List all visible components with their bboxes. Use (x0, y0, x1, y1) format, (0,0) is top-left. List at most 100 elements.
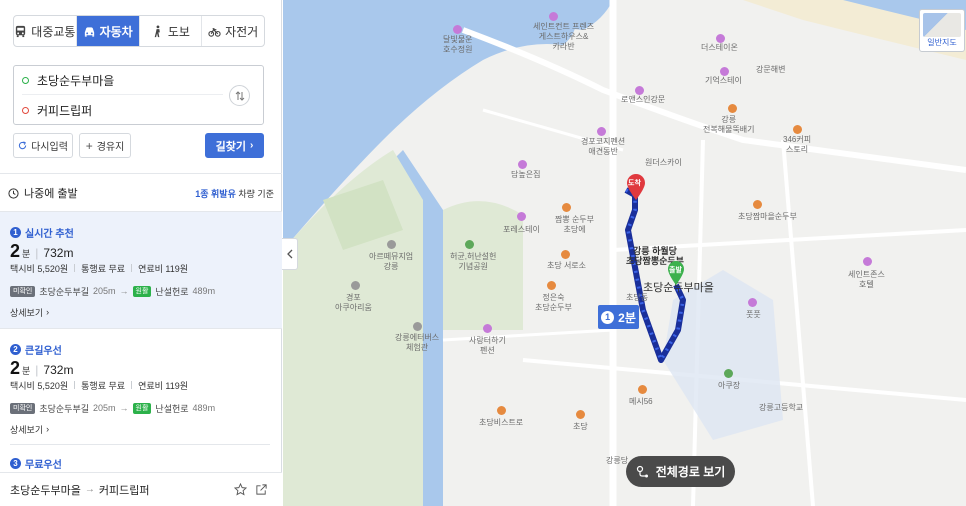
cafe-icon (793, 125, 802, 134)
route-time-badge[interactable]: 1 2분 (598, 305, 639, 329)
fuel-cost: 연료비 119원 (138, 380, 189, 391)
tab-walk-label: 도보 (167, 24, 190, 39)
restaurant-icon (576, 410, 585, 419)
start-pin-label: 출발 (669, 267, 682, 274)
tab-transit[interactable]: 대중교통 (14, 16, 77, 46)
find-route-button[interactable]: 길찾기 › (205, 133, 264, 158)
map-label: 달빛물운 호수정원 (443, 35, 473, 54)
route-distance: 732m (43, 246, 74, 260)
map-label: 강문해변 (756, 65, 786, 74)
chevron-left-icon (286, 249, 292, 259)
route-roads: 미확인 초당순두부길 205m → 원활 난설헌로 489m (10, 400, 272, 416)
star-icon[interactable] (234, 483, 247, 496)
tab-car[interactable]: 자동차 (76, 16, 140, 46)
route-detail-link[interactable]: 상세보기 › (10, 305, 272, 319)
poi-icon (720, 67, 729, 76)
route-summary-bar: 초당순두부마을 → 커피드립퍼 (0, 472, 282, 506)
duration-unit: 분 (22, 366, 31, 376)
map-label: 담높은집 (511, 170, 541, 179)
map-label: 기억스테이 (705, 76, 742, 85)
arrow-right-icon: → (84, 484, 95, 495)
route-option-title-text: 큰길우선 (25, 345, 62, 357)
route-detail-label: 상세보기 (10, 424, 44, 435)
full-route-button[interactable]: 전체경로 보기 (626, 456, 735, 487)
reset-button[interactable]: 다시입력 (13, 133, 73, 158)
restaurant-icon (547, 281, 556, 290)
add-waypoint-button[interactable]: + 경유지 (79, 133, 131, 158)
destination-field[interactable]: 커피드립퍼 (22, 96, 223, 125)
destination-pin[interactable]: 도착 (625, 173, 647, 204)
map-label: 더스테이온 (701, 43, 738, 52)
fuel-cost: 연료비 119원 (138, 263, 189, 274)
route-option-title-text: 무료우선 (25, 459, 62, 471)
tab-transit-label: 대중교통 (31, 24, 76, 39)
route-duration: 2 분 | 732m (10, 241, 272, 261)
map-label: 원더스카이 (645, 158, 682, 167)
summary-actions (234, 483, 268, 496)
arrow-right-icon: → (119, 403, 129, 413)
map-label: 초당짬마을순두부 (738, 212, 797, 221)
restaurant-icon (561, 250, 570, 259)
route-number-badge: 3 (10, 457, 21, 469)
vehicle-setting[interactable]: 1종 휘발유 차량 기준 (195, 187, 274, 200)
museum-icon (387, 240, 396, 249)
start-dot-icon (22, 76, 29, 84)
map-canvas[interactable]: 세인트컨트 프렌즈 게스트하우스& 카라반 더스테이온 강문해변 기억스테이 로… (283, 0, 966, 506)
route-distance: 732m (43, 363, 74, 377)
restaurant-icon (638, 385, 647, 394)
map-label: 경포코지펜션 애견동반 (581, 137, 626, 156)
map-label: 초당비스트로 (479, 418, 524, 427)
road-name: 초당순두부길 (39, 403, 90, 414)
road-length: 489m (192, 286, 216, 296)
map-label: 강릉당 (606, 456, 629, 465)
route-option-2[interactable]: 2 큰길우선 2 분 | 732m 택시비 5,520원 통행료 무료 연료비 … (0, 329, 282, 443)
summary-end: 커피드립퍼 (98, 484, 150, 497)
poi-icon (635, 86, 644, 95)
road-name: 초당순두부길 (39, 286, 90, 297)
route-actions: 다시입력 + 경유지 길찾기 › (13, 133, 264, 158)
map-label: 강릉 전복해물뚝배기 (703, 115, 755, 134)
refresh-icon (18, 141, 27, 150)
route-badge-number: 1 (601, 310, 615, 324)
route-overview-icon (636, 465, 648, 477)
park-icon (465, 240, 474, 249)
full-route-label: 전체경로 보기 (655, 465, 726, 479)
share-icon[interactable] (255, 483, 268, 496)
bus-icon (16, 25, 26, 37)
divider (0, 173, 282, 174)
swap-route-button[interactable] (229, 85, 250, 106)
start-pin[interactable]: 출발 (666, 260, 686, 289)
arrow-right-icon: → (119, 286, 129, 296)
collapse-panel-button[interactable] (282, 238, 298, 270)
poi-icon (483, 324, 492, 333)
depart-later-button[interactable]: 나중에 출발 (8, 185, 78, 201)
route-number-badge: 2 (10, 343, 21, 355)
map-label: 346커피 스토리 (783, 135, 812, 154)
map-label: 아르떼뮤지엄 강릉 (369, 252, 414, 271)
map-label: 포레스테이 (503, 225, 540, 234)
chevron-right-icon: › (250, 140, 254, 151)
traffic-status-badge: 원활 (132, 285, 152, 297)
walk-icon (154, 24, 160, 37)
reset-button-label: 다시입력 (31, 142, 68, 153)
tab-bicycle[interactable]: 자전거 (202, 16, 264, 46)
separator: | (35, 246, 39, 260)
route-detail-link[interactable]: 상세보기 › (10, 422, 272, 436)
park-icon (724, 369, 733, 378)
route-costs: 택시비 5,520원 통행료 무료 연료비 119원 (10, 378, 272, 392)
route-option-3[interactable]: 3 무료우선 (0, 456, 282, 472)
route-costs: 택시비 5,520원 통행료 무료 연료비 119원 (10, 261, 272, 275)
chevron-right-icon: › (46, 307, 50, 317)
map-type-button[interactable]: 일반지도 (919, 9, 965, 52)
route-option-1[interactable]: 1 실시간 추천 2 분 | 732m 택시비 5,520원 통행료 무료 연료… (0, 212, 282, 328)
depart-later-label: 나중에 출발 (24, 188, 78, 200)
poi-icon (518, 160, 527, 169)
poi-icon (597, 127, 606, 136)
vehicle-type: 1종 휘발유 (195, 188, 236, 199)
map-label: 세인트컨트 프렌즈 게스트하우스& 카라반 (533, 22, 595, 51)
route-option-title: 1 실시간 추천 (10, 225, 272, 240)
tab-walk[interactable]: 도보 (140, 16, 203, 46)
poi-icon (517, 212, 526, 221)
divider (10, 444, 270, 445)
start-field[interactable]: 초당순두부마을 (22, 66, 223, 95)
